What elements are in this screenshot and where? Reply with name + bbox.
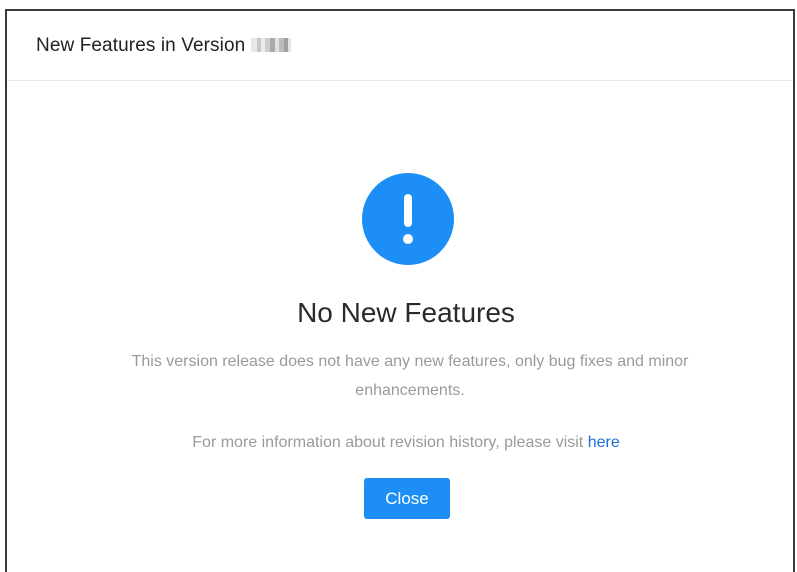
revision-history-link[interactable]: here bbox=[588, 434, 620, 451]
revision-history-text: For more information about revision hist… bbox=[192, 434, 588, 451]
no-features-message: This version release does not have any n… bbox=[131, 353, 689, 399]
exclamation-dot bbox=[403, 234, 413, 244]
no-features-heading: No New Features bbox=[297, 297, 515, 328]
redacted-version-number bbox=[251, 37, 292, 52]
exclamation-bar bbox=[404, 194, 412, 227]
new-features-dialog: New Features in Version No New Features … bbox=[5, 9, 795, 572]
dialog-title: New Features in Version bbox=[36, 34, 292, 57]
dialog-title-text: New Features in Version bbox=[36, 34, 246, 56]
exclamation-circle-icon bbox=[362, 173, 454, 265]
revision-history-info: For more information about revision hist… bbox=[7, 434, 793, 452]
dialog-header: New Features in Version bbox=[7, 11, 793, 81]
close-button[interactable]: Close bbox=[364, 478, 450, 519]
